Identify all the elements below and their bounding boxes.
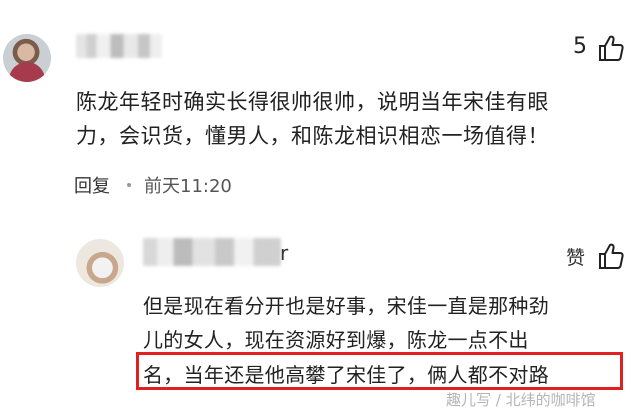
reply-username-blurred[interactable]	[143, 238, 281, 266]
reply-text-line: 儿的女人，现在资源好到爆，陈龙一点不出	[143, 328, 529, 352]
reply-avatar[interactable]	[76, 239, 124, 287]
separator-dot	[127, 183, 131, 187]
timestamp: 前天11:20	[144, 176, 232, 197]
reply-text-line: 但是现在看分开也是好事，宋佳一直是那种劲	[143, 294, 549, 318]
reply-like-label[interactable]: 赞	[566, 243, 585, 270]
thumbs-up-icon[interactable]	[598, 34, 624, 62]
watermark: 趣儿写 / 北纬的咖啡馆	[446, 391, 596, 409]
avatar[interactable]	[3, 34, 51, 82]
username-blurred[interactable]	[76, 34, 162, 58]
comment-text-line: 陈龙年轻时确实长得很帅很帅，说明当年宋佳有眼	[76, 90, 549, 114]
reply-button[interactable]: 回复	[74, 172, 110, 198]
thumbs-up-icon[interactable]	[598, 242, 624, 270]
reply-username-tail[interactable]: r	[280, 241, 288, 265]
highlight-box	[136, 352, 623, 390]
comment-text-line: 力，会识货，懂男人，和陈龙相识相恋一场值得！	[76, 124, 549, 148]
like-count: 5	[573, 34, 587, 59]
